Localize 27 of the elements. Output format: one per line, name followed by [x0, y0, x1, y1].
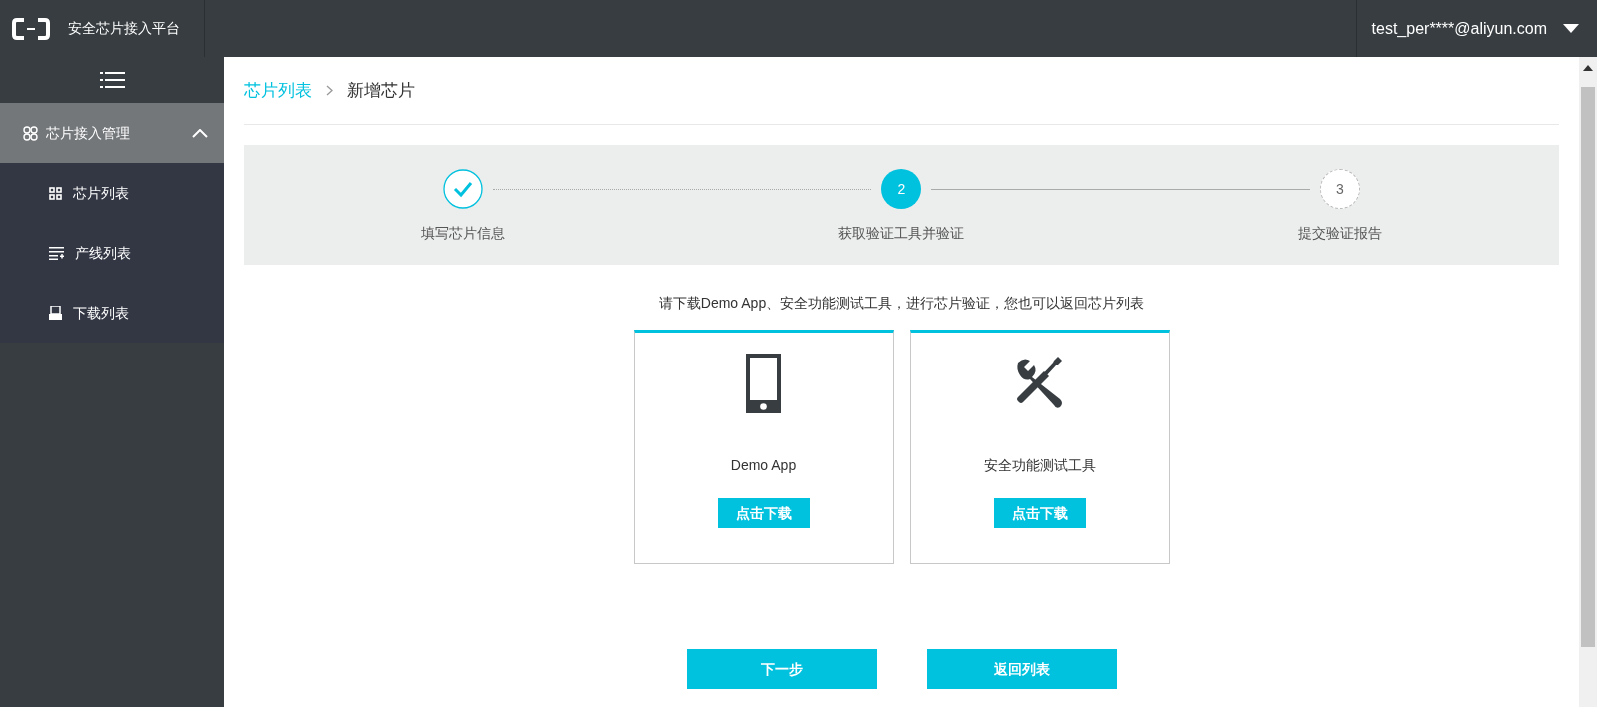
sidebar-item[interactable]: 产线列表 — [0, 223, 224, 283]
list-icon — [49, 246, 64, 260]
card-title: Demo App — [730, 456, 797, 475]
printer-icon — [49, 306, 62, 320]
step-label: 提交验证报告 — [1297, 224, 1382, 243]
sidebar-group[interactable]: 芯片接入管理 — [0, 103, 224, 163]
scroll-up-arrow-icon[interactable] — [1583, 65, 1593, 71]
step-label: 获取验证工具并验证 — [838, 224, 965, 243]
step-number: 2 — [881, 169, 922, 209]
phone-icon — [746, 353, 781, 413]
instruction-text: 请下载Demo App、安全功能测试工具，进行芯片验证，您也可以返回芯片列表 — [658, 294, 1145, 313]
scrollbar[interactable] — [1579, 57, 1597, 707]
menu-icon[interactable] — [99, 72, 125, 88]
platform-title: 安全芯片接入平台 — [68, 19, 180, 38]
chevron-right-icon — [326, 85, 333, 96]
sidebar-item[interactable]: 下载列表 — [0, 283, 224, 343]
logo-icon — [12, 17, 50, 40]
dropdown-caret-icon[interactable] — [1563, 23, 1579, 34]
step-label: 填写芯片信息 — [421, 224, 506, 243]
card-title: 安全功能测试工具 — [983, 456, 1096, 475]
step-number: 3 — [1319, 169, 1360, 209]
scrollbar-thumb[interactable] — [1581, 87, 1595, 647]
user-account[interactable]: test_per****@aliyun.com — [1371, 16, 1547, 41]
grid-icon — [49, 186, 62, 200]
clover-icon — [23, 125, 38, 141]
sidebar-item[interactable]: 芯片列表 — [0, 163, 224, 223]
breadcrumb-current: 新增芯片 — [347, 79, 415, 102]
